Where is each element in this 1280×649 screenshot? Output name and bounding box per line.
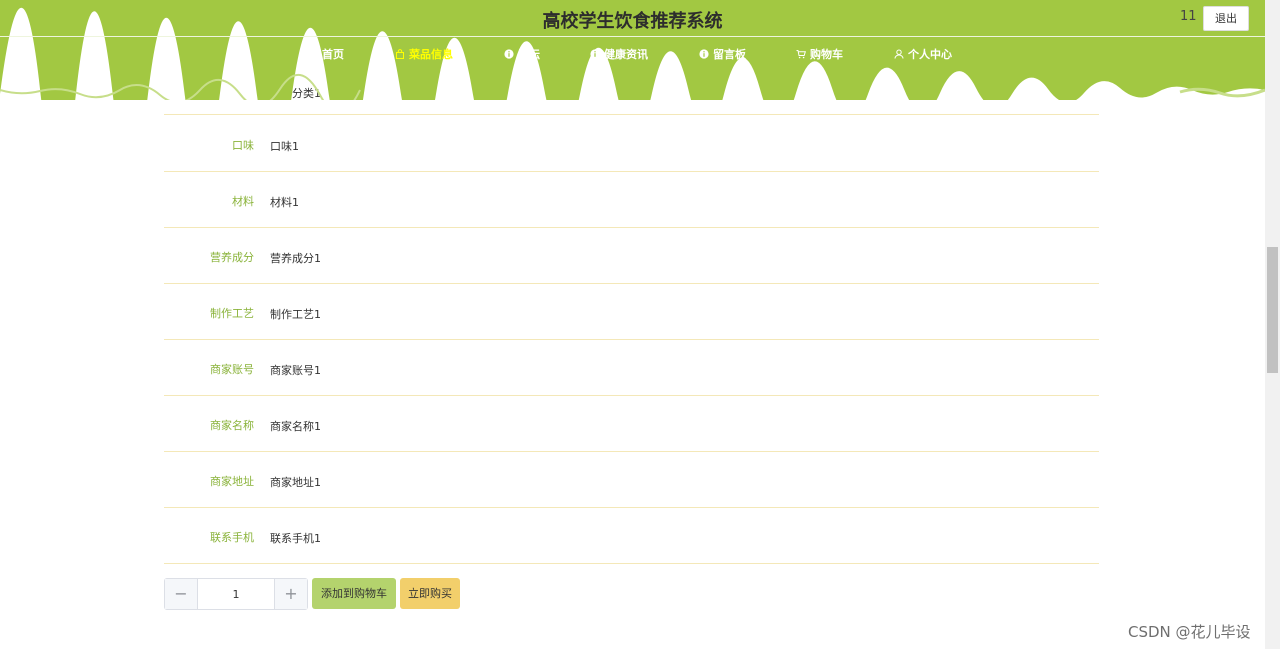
- decrease-button[interactable]: −: [165, 579, 198, 609]
- nav-item-profile[interactable]: 个人中心: [894, 46, 952, 62]
- detail-label: 营养成分: [210, 251, 254, 264]
- detail-label: 商家名称: [210, 419, 254, 432]
- detail-label: 商家账号: [210, 363, 254, 376]
- detail-label: 联系手机: [210, 531, 254, 544]
- main-nav: 首页 菜品信息 论坛 健康资讯 留言板 购物车 个人中心: [0, 46, 1265, 64]
- info-icon: [699, 49, 709, 59]
- add-to-cart-button[interactable]: 添加到购物车: [312, 578, 396, 609]
- detail-label: 商家地址: [210, 475, 254, 488]
- detail-row-merchant-account: 商家账号 商家账号1: [164, 339, 1099, 396]
- nav-label: 健康资讯: [604, 48, 648, 61]
- scrollbar-thumb[interactable]: [1267, 247, 1278, 373]
- vertical-scrollbar[interactable]: [1265, 0, 1280, 649]
- detail-value: 商家名称1: [270, 420, 321, 433]
- nav-item-dishes[interactable]: 菜品信息: [395, 46, 453, 62]
- nav-label: 首页: [322, 48, 344, 61]
- star-icon: [308, 49, 318, 59]
- detail-value: 制作工艺1: [270, 308, 321, 321]
- quantity-input[interactable]: [198, 579, 274, 609]
- detail-value: 营养成分1: [270, 252, 321, 265]
- nav-label: 菜品信息: [409, 48, 453, 61]
- top-header: 高校学生饮食推荐系统 11 退出 首页 菜品信息 论坛 健康资讯 留言板 购物车: [0, 0, 1265, 100]
- quantity-stepper: − +: [164, 578, 308, 610]
- bag-icon: [396, 49, 404, 59]
- detail-row-phone: 联系手机 联系手机1: [164, 507, 1099, 564]
- buy-now-button[interactable]: 立即购买: [400, 578, 460, 609]
- title-bar: 高校学生饮食推荐系统 11 退出: [0, 0, 1265, 37]
- nav-item-health-news[interactable]: 健康资讯: [590, 46, 648, 62]
- detail-label: 材料: [232, 195, 254, 208]
- cart-icon: [796, 50, 806, 59]
- logout-button[interactable]: 退出: [1203, 6, 1249, 31]
- info-icon: [590, 49, 600, 59]
- nav-item-forum[interactable]: 论坛: [504, 46, 540, 62]
- detail-row-nutrition: 营养成分 营养成分1: [164, 227, 1099, 284]
- site-title: 高校学生饮食推荐系统: [542, 11, 723, 32]
- detail-value: 联系手机1: [270, 532, 321, 545]
- nav-label: 留言板: [713, 48, 746, 61]
- increase-button[interactable]: +: [274, 579, 307, 609]
- detail-label: 口味: [232, 139, 254, 152]
- detail-value: 商家地址1: [270, 476, 321, 489]
- nav-label: 个人中心: [908, 48, 952, 61]
- nav-item-message-board[interactable]: 留言板: [699, 46, 746, 62]
- nav-item-home[interactable]: 首页: [308, 46, 344, 62]
- detail-row-process: 制作工艺 制作工艺1: [164, 283, 1099, 340]
- detail-row-ingredients: 材料 材料1: [164, 171, 1099, 228]
- nav-label: 购物车: [810, 48, 843, 61]
- user-icon: [894, 49, 904, 59]
- detail-value: 口味1: [270, 140, 299, 153]
- detail-label: 制作工艺: [210, 307, 254, 320]
- nav-label: 论坛: [518, 48, 540, 61]
- detail-row-taste: 口味 口味1: [164, 115, 1099, 172]
- detail-row-merchant-name: 商家名称 商家名称1: [164, 395, 1099, 452]
- watermark: CSDN @花儿毕设: [1128, 623, 1251, 641]
- current-user: 11: [1180, 9, 1197, 24]
- detail-value: 材料1: [270, 196, 299, 209]
- info-icon: [504, 49, 514, 59]
- detail-row-merchant-address: 商家地址 商家地址1: [164, 451, 1099, 508]
- detail-value: 商家账号1: [270, 364, 321, 377]
- nav-item-cart[interactable]: 购物车: [796, 46, 843, 62]
